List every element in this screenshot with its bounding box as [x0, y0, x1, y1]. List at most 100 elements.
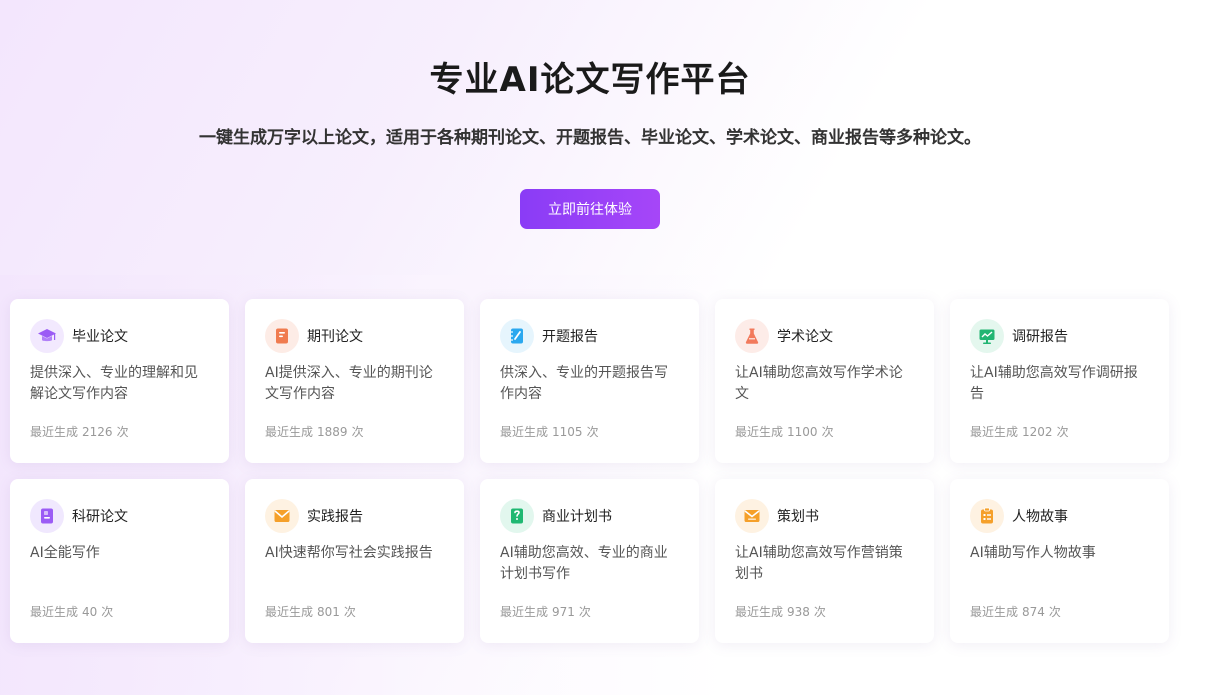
stats-prefix: 最近生成: [30, 425, 79, 439]
flask-icon: [735, 319, 769, 353]
flask-icon-svg: [745, 328, 759, 344]
card-description: 让AI辅助您高效写作学术论文: [735, 365, 903, 402]
journal-icon-svg: [276, 328, 288, 344]
card-9[interactable]: 策划书让AI辅助您高效写作营销策划书最近生成 938 次: [715, 479, 934, 643]
stats-count: 1100: [787, 425, 818, 439]
card-description: AI全能写作: [30, 545, 100, 561]
stats-count: 971: [552, 605, 575, 619]
card-header: 人物故事: [970, 499, 1149, 533]
monitor-chart-icon: [970, 319, 1004, 353]
stats-suffix: 次: [1056, 425, 1069, 439]
stats-prefix: 最近生成: [500, 605, 549, 619]
stats-suffix: 次: [813, 605, 826, 619]
try-now-button[interactable]: 立即前往体验: [520, 189, 660, 229]
card-title: 商业计划书: [542, 509, 612, 525]
stats-prefix: 最近生成: [30, 605, 79, 619]
card-stats: 最近生成 874 次: [970, 603, 1065, 620]
clipboard-icon-svg: [981, 507, 993, 524]
clipboard-icon: [970, 499, 1004, 533]
stats-prefix: 最近生成: [970, 605, 1019, 619]
stats-suffix: 次: [101, 605, 114, 619]
card-5[interactable]: 调研报告让AI辅助您高效写作调研报告最近生成 1202 次: [950, 299, 1169, 463]
card-description: AI快速帮你写社会实践报告: [265, 545, 433, 561]
card-title: 科研论文: [72, 509, 128, 525]
page-title: 专业AI论文写作平台: [429, 60, 751, 100]
card-6[interactable]: 科研论文 AI全能写作 最近生成 40 次: [10, 479, 229, 643]
card-stats: 最近生成 971 次: [500, 603, 595, 620]
card-description: AI辅助您高效、专业的商业计划书写作: [500, 545, 668, 582]
card-stats: 最近生成 1105 次: [500, 423, 603, 440]
card-title: 开题报告: [542, 329, 598, 345]
card-7[interactable]: 实践报告 AI快速帮你写社会实践报告 最近生成 801 次: [245, 479, 464, 643]
card-description: 让AI辅助您高效写作调研报告: [970, 365, 1138, 402]
stats-suffix: 次: [116, 425, 129, 439]
mail-icon-svg: [744, 510, 760, 522]
card-description: AI辅助写作人物故事: [970, 545, 1096, 561]
card-2[interactable]: 期刊论文 AI提供深入、专业的期刊论文写作内容最近生成 1889 次: [245, 299, 464, 463]
card-grid: 毕业论文 提供深入、专业的理解和见解论文写作内容 最近生成 2126 次期刊论文 AI提供…: [10, 299, 1169, 643]
card-8[interactable]: 商业计划书 AI辅助您高效、专业的商业计划书写作最近生成 971 次: [480, 479, 699, 643]
card-description: AI提供深入、专业的期刊论文写作内容: [265, 365, 433, 402]
stats-suffix: 次: [821, 425, 834, 439]
stats-prefix: 最近生成: [500, 425, 549, 439]
card-4[interactable]: 学术论文让AI辅助您高效写作学术论文最近生成 1100 次: [715, 299, 934, 463]
card-10[interactable]: 人物故事 AI辅助写作人物故事 最近生成 874 次: [950, 479, 1169, 643]
stats-prefix: 最近生成: [735, 425, 784, 439]
card-description: 供深入、专业的开题报告写作内容: [500, 365, 668, 402]
card-1[interactable]: 毕业论文提供深入、专业的理解和见解论文写作内容最近生成 2126 次: [10, 299, 229, 463]
mail-icon: [735, 499, 769, 533]
envelope-icon: [265, 499, 299, 533]
card-header: 科研论文: [30, 499, 209, 533]
document-chart-icon-svg: [511, 508, 523, 524]
card-title: 实践报告: [307, 509, 363, 525]
card-stats: 最近生成 938 次: [735, 603, 830, 620]
notebook-icon: [500, 319, 534, 353]
notebook-icon-svg: [511, 328, 523, 344]
page-subtitle: 一键生成万字以上论文，适用于各种期刊论文、开题报告、毕业论文、学术论文、商业报告…: [199, 128, 981, 148]
stats-count: 2126: [82, 425, 113, 439]
journal-icon: [265, 319, 299, 353]
book-icon: [30, 499, 64, 533]
card-header: 实践报告: [265, 499, 444, 533]
card-3[interactable]: 开题报告供深入、专业的开题报告写作内容最近生成 1105 次: [480, 299, 699, 463]
card-title: 策划书: [777, 509, 819, 525]
card-header: 策划书: [735, 499, 914, 533]
card-title: 人物故事: [1012, 509, 1068, 525]
stats-prefix: 最近生成: [970, 425, 1019, 439]
card-header: 毕业论文: [30, 319, 209, 353]
stats-prefix: 最近生成: [735, 605, 784, 619]
card-title: 毕业论文: [72, 329, 128, 345]
card-title: 调研报告: [1012, 329, 1068, 345]
stats-count: 1202: [1022, 425, 1053, 439]
card-header: 学术论文: [735, 319, 914, 353]
stats-count: 40: [82, 605, 98, 619]
card-header: 商业计划书: [500, 499, 679, 533]
stats-suffix: 次: [351, 425, 364, 439]
document-chart-icon: [500, 499, 534, 533]
monitor-chart-icon-svg: [979, 329, 995, 344]
card-header: 期刊论文: [265, 319, 444, 353]
stats-count: 801: [317, 605, 340, 619]
card-stats: 最近生成 1202 次: [970, 423, 1073, 440]
card-stats: 最近生成 1889 次: [265, 423, 368, 440]
stats-suffix: 次: [1048, 605, 1061, 619]
book-icon-svg: [41, 508, 53, 524]
card-title: 学术论文: [777, 329, 833, 345]
stats-count: 1105: [552, 425, 583, 439]
stats-suffix: 次: [578, 605, 591, 619]
graduation-cap-icon: [30, 319, 64, 353]
card-title: 期刊论文: [307, 329, 363, 345]
stats-suffix: 次: [343, 605, 356, 619]
card-stats: 最近生成 40 次: [30, 603, 117, 620]
graduation-cap-icon-svg: [38, 329, 56, 342]
card-stats: 最近生成 1100 次: [735, 423, 838, 440]
card-description: 让AI辅助您高效写作营销策划书: [735, 545, 903, 582]
stats-count: 874: [1022, 605, 1045, 619]
card-stats: 最近生成 2126 次: [30, 423, 133, 440]
stats-prefix: 最近生成: [265, 425, 314, 439]
card-description: 提供深入、专业的理解和见解论文写作内容: [30, 365, 198, 402]
envelope-icon-svg: [274, 510, 290, 522]
stats-count: 1889: [317, 425, 348, 439]
stats-count: 938: [787, 605, 810, 619]
card-stats: 最近生成 801 次: [265, 603, 360, 620]
